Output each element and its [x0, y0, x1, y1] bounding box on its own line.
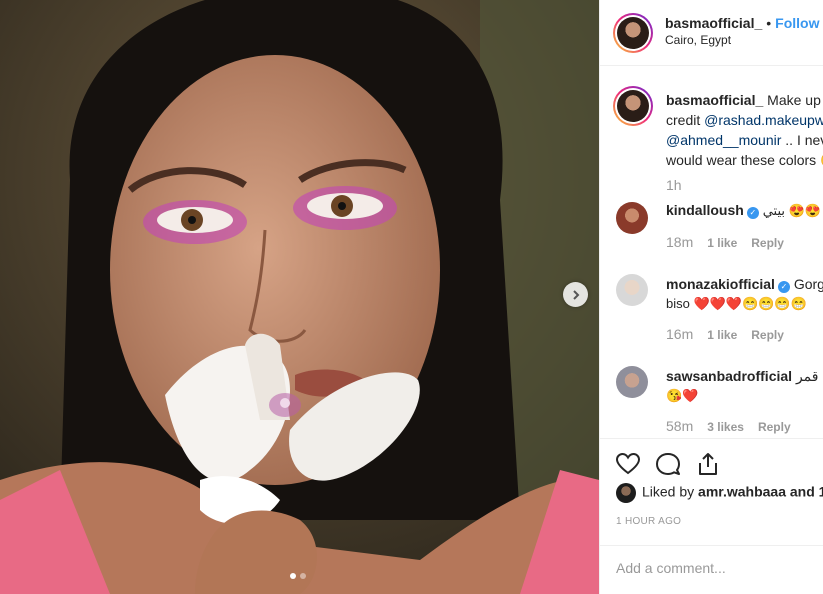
commenter-avatar[interactable]: [616, 274, 648, 306]
comment-body: monazakiofficial✓ Gorge biso ❤️❤️❤️😁😁😁😁: [666, 274, 823, 314]
author-avatar[interactable]: [613, 13, 653, 53]
reply-button[interactable]: Reply: [751, 328, 784, 342]
comment-time[interactable]: 58m: [666, 418, 693, 434]
mention-link[interactable]: @rashad.makeupw: [704, 112, 823, 128]
follow-button[interactable]: Follow: [775, 15, 819, 31]
comment-body: sawsanbadrofficial ﻳﺎ ﻗﻤﺮ 😘❤️: [666, 366, 823, 406]
share-icon[interactable]: [695, 451, 721, 477]
add-comment-bar: [600, 545, 823, 594]
chevron-right-icon: [572, 289, 579, 300]
mention-link[interactable]: @ahmed__mounir: [666, 132, 781, 148]
comment-text: Gorge: [793, 276, 823, 292]
carousel-indicator: [290, 573, 306, 579]
comment-time[interactable]: 18m: [666, 234, 693, 250]
reply-button[interactable]: Reply: [758, 420, 791, 434]
comments-list[interactable]: basmaofficial_ Make up a credit @rashad.…: [600, 66, 823, 438]
comment-meta: 58m 3 likes Reply: [666, 418, 791, 434]
commenter-username[interactable]: monazakiofficial: [666, 276, 775, 292]
post-location[interactable]: Cairo, Egypt: [665, 33, 731, 47]
liked-by: Liked by amr.wahbaaa and 1,: [616, 483, 823, 503]
author-username[interactable]: basmaofficial_: [665, 15, 762, 31]
carousel-dot: [300, 573, 306, 579]
caption-time[interactable]: 1h: [666, 177, 682, 193]
verified-badge-icon: ✓: [777, 281, 790, 293]
comment-meta: 16m 1 like Reply: [666, 326, 784, 342]
liker-avatar[interactable]: [616, 483, 636, 503]
comment-text-continued: 😘❤️: [666, 388, 699, 403]
post-side-panel: basmaofficial_ • Follow Cairo, Egypt basma…: [599, 0, 823, 594]
caption-avatar[interactable]: [613, 86, 653, 126]
portrait-image: [0, 0, 599, 594]
heart-icon[interactable]: [615, 451, 641, 477]
caption-line: .. I neve: [785, 132, 823, 148]
verified-badge-icon: ✓: [746, 207, 759, 219]
caption-line: Make up a: [767, 92, 823, 108]
comment-likes[interactable]: 1 like: [707, 236, 737, 250]
carousel-next-button[interactable]: [563, 282, 588, 307]
comment-text-continued: biso ❤️❤️❤️😁😁😁😁: [666, 296, 807, 311]
post-header: basmaofficial_ • Follow Cairo, Egypt: [600, 0, 823, 66]
caption-line: would wear these colors 🙂: [666, 152, 823, 168]
liker-username[interactable]: amr.wahbaaa: [698, 484, 786, 500]
separator: •: [766, 15, 772, 31]
commenter-username[interactable]: kindalloush: [666, 202, 744, 218]
add-comment-input[interactable]: [616, 560, 816, 576]
comment-body: kindalloush ✓ ﺑﻴﺘﻲ 😍😍: [666, 200, 821, 221]
post-photo: [0, 0, 599, 594]
comment-likes[interactable]: 3 likes: [707, 420, 744, 434]
post-timestamp[interactable]: 1 HOUR AGO: [616, 516, 681, 527]
commenter-username[interactable]: sawsanbadrofficial: [666, 368, 792, 384]
caption-text: basmaofficial_ Make up a credit @rashad.…: [666, 90, 823, 170]
liked-prefix: Liked by: [642, 483, 699, 500]
commenter-avatar[interactable]: [616, 202, 648, 234]
comment-text: ﻳﺎ ﻗﻤﺮ: [795, 368, 823, 384]
comment-text: ﺑﻴﺘﻲ 😍😍: [762, 203, 821, 218]
author-line: basmaofficial_ • Follow: [665, 15, 820, 31]
comment-likes[interactable]: 1 like: [707, 328, 737, 342]
caption-line: credit: [666, 112, 705, 128]
commenter-avatar[interactable]: [616, 366, 648, 398]
comment-icon[interactable]: [655, 451, 681, 477]
comment-meta: 18m 1 like Reply: [666, 234, 784, 250]
carousel-dot: [290, 573, 296, 579]
comment-time[interactable]: 16m: [666, 326, 693, 342]
liked-suffix[interactable]: and 1,: [786, 484, 823, 500]
caption-username[interactable]: basmaofficial_: [666, 92, 763, 108]
post-actions: [600, 438, 823, 488]
reply-button[interactable]: Reply: [751, 236, 784, 250]
